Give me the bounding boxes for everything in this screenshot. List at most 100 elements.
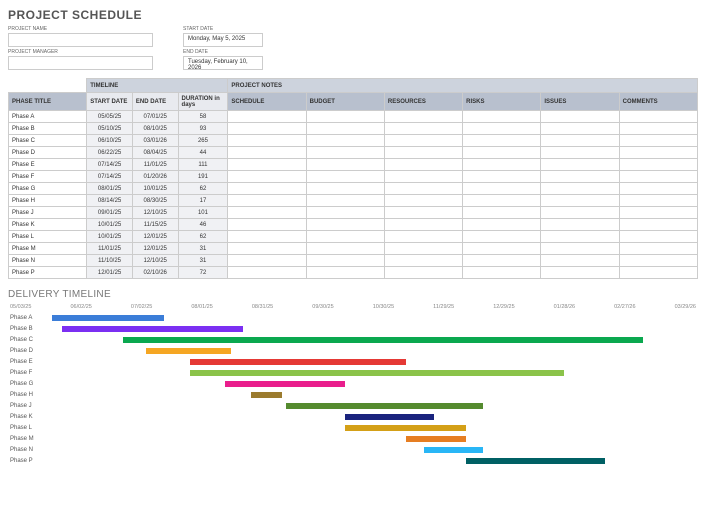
risks-cell[interactable] [463, 123, 541, 135]
risks-cell[interactable] [463, 219, 541, 231]
issues-cell[interactable] [541, 147, 619, 159]
axis-tick: 01/28/26 [554, 304, 575, 310]
issues-cell[interactable] [541, 219, 619, 231]
risks-cell[interactable] [463, 195, 541, 207]
comments-cell[interactable] [619, 255, 697, 267]
axis-tick: 08/01/25 [191, 304, 212, 310]
risks-cell[interactable] [463, 243, 541, 255]
risks-cell[interactable] [463, 159, 541, 171]
risks-cell[interactable] [463, 135, 541, 147]
issues-cell[interactable] [541, 183, 619, 195]
schedule-cell[interactable] [228, 219, 306, 231]
issues-cell[interactable] [541, 159, 619, 171]
resources-cell[interactable] [384, 111, 462, 123]
comments-cell[interactable] [619, 111, 697, 123]
risks-cell[interactable] [463, 231, 541, 243]
comments-cell[interactable] [619, 183, 697, 195]
comments-cell[interactable] [619, 159, 697, 171]
comments-cell[interactable] [619, 147, 697, 159]
schedule-cell[interactable] [228, 207, 306, 219]
schedule-cell[interactable] [228, 135, 306, 147]
schedule-cell[interactable] [228, 123, 306, 135]
comments-cell[interactable] [619, 243, 697, 255]
comments-cell[interactable] [619, 267, 697, 279]
resources-cell[interactable] [384, 171, 462, 183]
budget-cell[interactable] [306, 207, 384, 219]
risks-cell[interactable] [463, 111, 541, 123]
schedule-cell[interactable] [228, 231, 306, 243]
duration-cell: 46 [178, 219, 228, 231]
schedule-cell[interactable] [228, 255, 306, 267]
budget-cell[interactable] [306, 255, 384, 267]
issues-cell[interactable] [541, 267, 619, 279]
issues-cell[interactable] [541, 111, 619, 123]
end-cell: 02/10/26 [132, 267, 178, 279]
issues-cell[interactable] [541, 171, 619, 183]
budget-cell[interactable] [306, 171, 384, 183]
resources-cell[interactable] [384, 195, 462, 207]
comments-cell[interactable] [619, 231, 697, 243]
comments-cell[interactable] [619, 135, 697, 147]
schedule-cell[interactable] [228, 111, 306, 123]
schedule-cell[interactable] [228, 171, 306, 183]
gantt-label: Phase H [10, 392, 46, 398]
budget-cell[interactable] [306, 123, 384, 135]
table-row: Phase B05/10/2508/10/2593 [9, 123, 698, 135]
resources-cell[interactable] [384, 207, 462, 219]
issues-cell[interactable] [541, 123, 619, 135]
budget-cell[interactable] [306, 243, 384, 255]
issues-cell[interactable] [541, 243, 619, 255]
resources-cell[interactable] [384, 267, 462, 279]
budget-cell[interactable] [306, 195, 384, 207]
issues-cell[interactable] [541, 231, 619, 243]
resources-cell[interactable] [384, 123, 462, 135]
resources-cell[interactable] [384, 219, 462, 231]
project-manager-input[interactable] [8, 56, 153, 70]
project-name-label: PROJECT NAME [8, 26, 153, 32]
budget-cell[interactable] [306, 135, 384, 147]
comments-cell[interactable] [619, 219, 697, 231]
end-cell: 07/01/25 [132, 111, 178, 123]
schedule-cell[interactable] [228, 195, 306, 207]
budget-cell[interactable] [306, 183, 384, 195]
schedule-cell[interactable] [228, 159, 306, 171]
comments-cell[interactable] [619, 207, 697, 219]
resources-cell[interactable] [384, 159, 462, 171]
phase-title-cell: Phase H [9, 195, 87, 207]
resources-cell[interactable] [384, 231, 462, 243]
risks-cell[interactable] [463, 147, 541, 159]
risks-cell[interactable] [463, 267, 541, 279]
risks-cell[interactable] [463, 255, 541, 267]
resources-cell[interactable] [384, 255, 462, 267]
schedule-cell[interactable] [228, 267, 306, 279]
comments-cell[interactable] [619, 195, 697, 207]
duration-cell: 101 [178, 207, 228, 219]
schedule-cell[interactable] [228, 183, 306, 195]
risks-cell[interactable] [463, 183, 541, 195]
resources-cell[interactable] [384, 183, 462, 195]
axis-tick: 12/29/25 [493, 304, 514, 310]
start-date-value: Monday, May 5, 2025 [183, 33, 263, 47]
risks-cell[interactable] [463, 171, 541, 183]
comments-cell[interactable] [619, 171, 697, 183]
issues-cell[interactable] [541, 255, 619, 267]
budget-cell[interactable] [306, 219, 384, 231]
budget-cell[interactable] [306, 267, 384, 279]
schedule-cell[interactable] [228, 243, 306, 255]
budget-cell[interactable] [306, 111, 384, 123]
issues-cell[interactable] [541, 207, 619, 219]
schedule-cell[interactable] [228, 147, 306, 159]
budget-cell[interactable] [306, 147, 384, 159]
project-name-input[interactable] [8, 33, 153, 47]
risks-cell[interactable] [463, 207, 541, 219]
issues-cell[interactable] [541, 195, 619, 207]
resources-cell[interactable] [384, 243, 462, 255]
comments-cell[interactable] [619, 123, 697, 135]
budget-cell[interactable] [306, 159, 384, 171]
axis-tick: 05/03/25 [10, 304, 31, 310]
budget-cell[interactable] [306, 231, 384, 243]
resources-cell[interactable] [384, 135, 462, 147]
resources-cell[interactable] [384, 147, 462, 159]
issues-cell[interactable] [541, 135, 619, 147]
end-cell: 12/01/25 [132, 243, 178, 255]
